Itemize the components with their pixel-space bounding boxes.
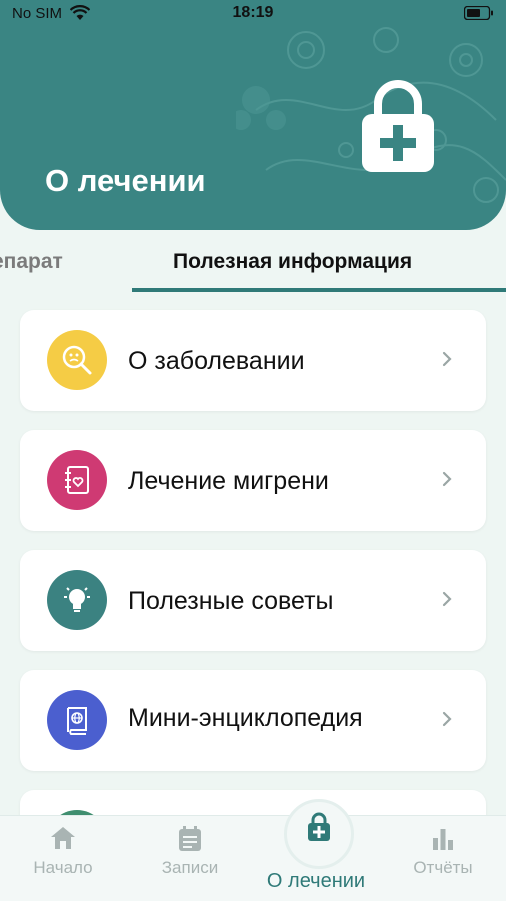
nav-records-label: Записи	[161, 858, 219, 877]
disease-search-icon	[47, 330, 107, 390]
menu-item-label: Лечение мигрени	[128, 467, 329, 495]
menu-item-label: Мини-энциклопедия	[128, 704, 363, 732]
tab-bar: епарат Полезная информация	[0, 232, 506, 294]
menu-item-migraine-treatment[interactable]: Лечение мигрени	[20, 430, 486, 531]
notebook-heart-icon	[47, 450, 107, 510]
lightbulb-icon	[47, 570, 107, 630]
tab-useful-info[interactable]: Полезная информация	[173, 250, 412, 274]
nav-home-label: Начало	[33, 858, 93, 877]
chevron-right-icon	[442, 351, 452, 367]
status-bar: No SIM 18:19	[0, 0, 506, 28]
medical-lock-icon	[362, 80, 434, 172]
battery-icon	[464, 6, 493, 20]
chevron-right-icon	[442, 711, 452, 727]
nav-treatment[interactable]: О лечении	[250, 799, 382, 901]
home-icon	[51, 827, 75, 849]
tab-drug[interactable]: епарат	[0, 250, 63, 274]
chevron-right-icon	[442, 591, 452, 607]
page-title: О лечении	[45, 163, 206, 198]
menu-item-mini-encyclopedia[interactable]: Мини-энциклопедия	[20, 670, 486, 771]
menu-item-about-disease[interactable]: О заболевании	[20, 310, 486, 411]
bottom-navigation: Начало Записи О лечении Отчёты	[0, 799, 506, 901]
menu-item-label: О заболевании	[128, 347, 305, 375]
info-menu-list: О заболевании Лечение мигрени Полезные с…	[20, 310, 486, 870]
nav-home[interactable]: Начало	[18, 816, 108, 901]
clock: 18:19	[232, 4, 274, 21]
nav-reports-label: Отчёты	[413, 858, 473, 877]
calendar-notes-icon	[179, 826, 201, 851]
medical-lock-icon	[308, 812, 330, 841]
menu-item-useful-tips[interactable]: Полезные советы	[20, 550, 486, 651]
menu-item-label: Полезные советы	[128, 587, 334, 615]
nav-treatment-label: О лечении	[266, 870, 366, 892]
nav-records[interactable]: Записи	[145, 816, 235, 901]
encyclopedia-book-icon	[47, 690, 107, 750]
chevron-right-icon	[442, 471, 452, 487]
nav-treatment-circle	[284, 799, 354, 869]
active-tab-indicator	[132, 288, 506, 292]
bar-chart-icon	[433, 829, 453, 850]
header-banner: О лечении	[0, 0, 506, 230]
nav-reports[interactable]: Отчёты	[398, 816, 488, 901]
